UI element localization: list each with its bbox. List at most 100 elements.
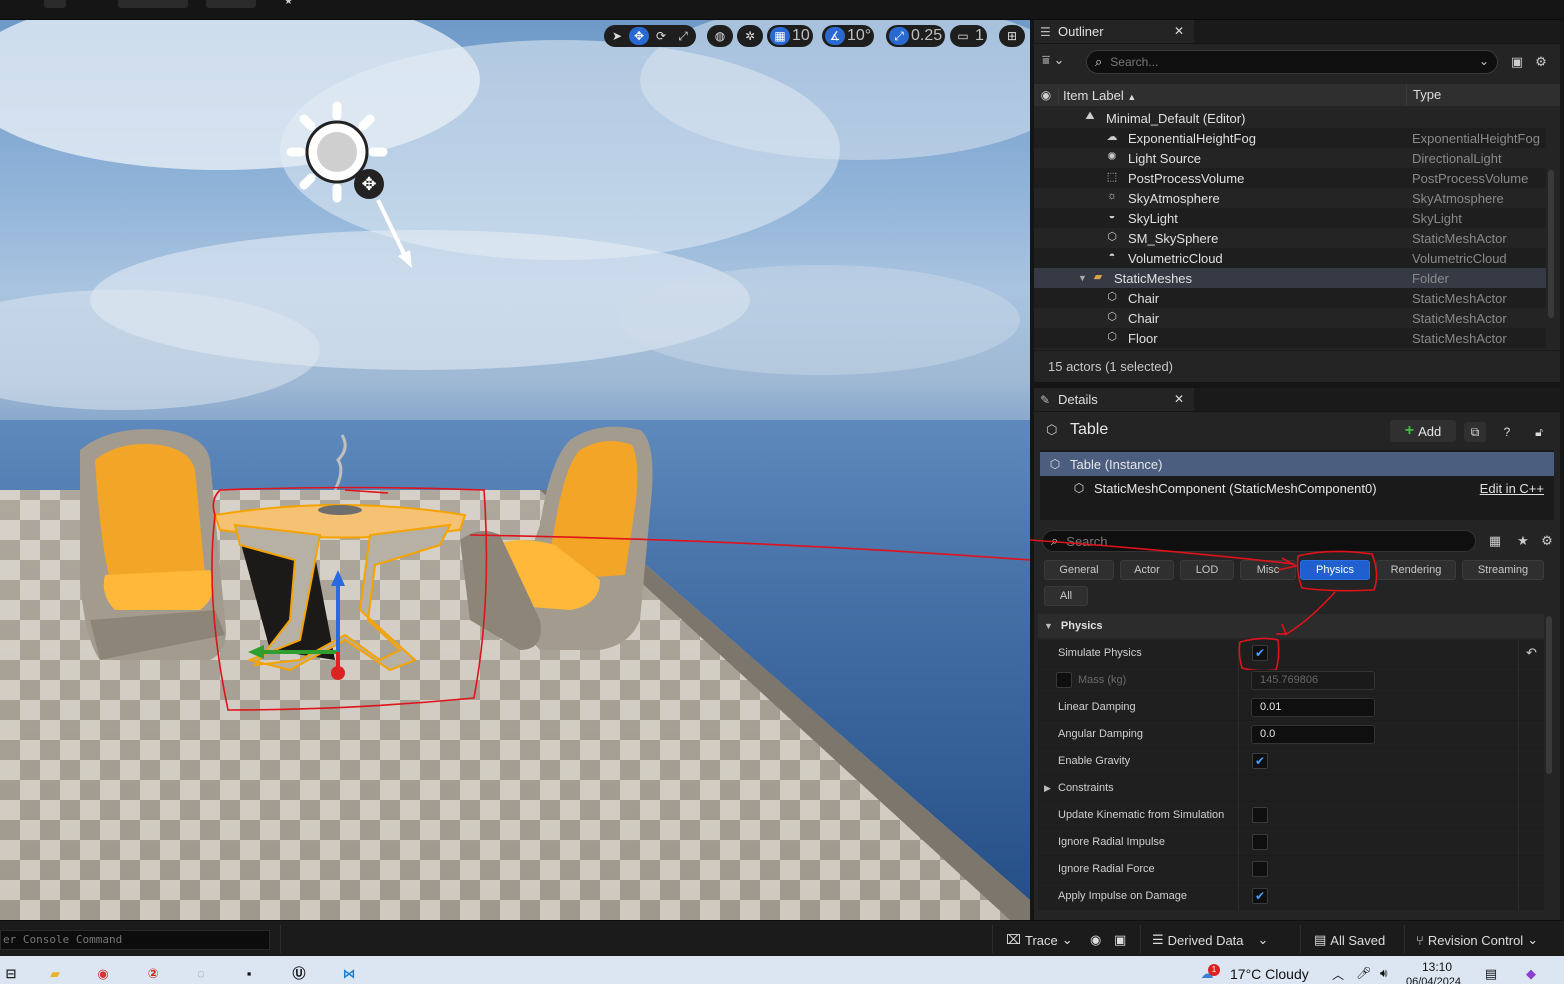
grid-snap-value[interactable]: 10 [792,27,810,45]
surface-snap-icon[interactable]: ✲ [740,27,760,45]
reset-to-default-icon[interactable]: ↶ [1526,645,1537,661]
copilot-icon[interactable]: ◆ [1520,964,1542,984]
camera-icon[interactable]: ▭ [953,27,973,45]
translate-mode-icon[interactable]: ✥ [629,27,649,45]
select-mode-icon[interactable]: ➤ [607,27,627,45]
gear-icon[interactable]: ⚙ [1538,533,1556,551]
derived-data-button[interactable]: ☰ Derived Data ⌄ [1152,931,1268,949]
tree-item[interactable]: ⬡ Chair StaticMeshActor [1034,308,1546,328]
world-space-icon[interactable]: ◍ [710,27,730,45]
ignore-radial-impulse-checkbox[interactable] [1252,834,1268,850]
tree-item[interactable]: ⬚ PostProcessVolume PostProcessVolume [1034,168,1546,188]
column-type[interactable]: Type [1406,84,1441,106]
edit-in-cpp-link[interactable]: Edit in C++ [1480,481,1544,496]
tab-details[interactable]: ✎ Details ✕ [1034,388,1194,411]
camera-speed-value[interactable]: 1 [975,27,984,45]
rotate-mode-icon[interactable]: ⟳ [651,27,671,45]
coordinate-space-button[interactable]: ◍ [707,25,733,47]
screenshot-icon[interactable]: ▣ [1114,931,1126,949]
close-icon[interactable]: ✕ [1174,24,1184,38]
file-explorer-icon[interactable]: ▰ [44,964,66,984]
star-icon[interactable]: ★ [284,0,302,8]
task-view-icon[interactable]: ⊟ [0,964,22,984]
star-icon[interactable]: ★ [1514,533,1532,551]
close-icon[interactable]: ✕ [1174,392,1184,406]
weather-text[interactable]: 17°C Cloudy [1230,966,1309,982]
category-streaming[interactable]: Streaming [1462,560,1544,580]
layout-icon[interactable]: ⊞ [1002,27,1022,45]
rotation-snap-control[interactable]: ∡ 10° [822,25,875,47]
toolbar-button[interactable] [206,0,256,8]
details-scrollbar[interactable] [1546,616,1552,774]
tree-item[interactable]: ✺ Light Source DirectionalLight [1034,148,1546,168]
tree-item[interactable]: ⬡ SM_SkySphere StaticMeshActor [1034,228,1546,248]
scale-snap-control[interactable]: ⤢ 0.25 [886,25,946,47]
microphone-icon[interactable]: 🎤︎ [1356,966,1371,980]
toolbar-button[interactable] [44,0,66,8]
revision-control-button[interactable]: ⑂ Revision Control ⌄ [1416,931,1538,949]
play-controls[interactable] [118,0,188,8]
clock-time[interactable]: 13:10 [1422,960,1452,974]
blueprint-icon[interactable]: ⧉ [1464,422,1486,442]
tree-item[interactable]: ⬡ Chair StaticMeshActor [1034,288,1546,308]
surface-snap-button[interactable]: ✲ [737,25,763,47]
enable-gravity-checkbox[interactable]: ✔ [1252,753,1268,769]
tree-item[interactable]: ◒ SkyLight SkyLight [1034,208,1546,228]
unreal-engine-icon[interactable]: Ⓤ [288,964,310,984]
angular-damping-field[interactable]: 0.0 [1251,725,1375,744]
prop-constraints[interactable]: ▶ Constraints [1038,775,1544,802]
tree-item[interactable]: ◓ VolumetricCloud VolumetricCloud [1034,248,1546,268]
table-view-icon[interactable]: ▦ [1486,533,1504,551]
camera-speed-control[interactable]: ▭ 1 [950,25,987,47]
add-component-button[interactable]: + Add [1390,420,1456,442]
expand-arrow-icon[interactable]: ▶ [1044,783,1051,794]
console-command-input[interactable]: er Console Command [0,930,270,950]
add-folder-icon[interactable]: ▣ [1508,54,1526,72]
update-kinematic-checkbox[interactable] [1252,807,1268,823]
terminal-icon[interactable]: ▪ [238,964,260,984]
ignore-radial-force-checkbox[interactable] [1252,861,1268,877]
column-item-label[interactable]: Item Label ▲ [1058,87,1406,103]
scale-snap-value[interactable]: 0.25 [911,27,942,45]
grid-snap-icon[interactable]: ▦ [770,27,790,45]
outliner-search-input[interactable]: ⌕ Search... ⌄ [1086,50,1498,74]
all-saved-button[interactable]: ▤ All Saved [1314,931,1385,949]
rotation-snap-icon[interactable]: ∡ [825,27,845,45]
record-icon[interactable]: ◉ [1090,931,1101,949]
mass-override-checkbox[interactable] [1056,672,1072,688]
tree-item[interactable]: ☼ SkyAtmosphere SkyAtmosphere [1034,188,1546,208]
help-icon[interactable]: ? [1496,422,1518,442]
component-static-mesh[interactable]: ⬡ StaticMeshComponent (StaticMeshCompone… [1040,476,1554,500]
clock-date[interactable]: 06/04/2024 [1406,976,1461,984]
speaker-icon[interactable]: 🔊︎ [1380,966,1388,981]
tree-item-level[interactable]: ⛰ Minimal_Default (Editor) [1034,108,1546,128]
chevron-up-icon[interactable]: ︿ [1332,966,1344,983]
component-root[interactable]: ⬡ Table (Instance) [1040,452,1554,476]
chevron-down-icon[interactable]: ⌄ [1479,54,1489,68]
scale-mode-icon[interactable]: ⤢ [673,27,693,45]
tab-outliner[interactable]: ☰ Outliner ✕ [1034,20,1194,43]
outliner-scrollbar[interactable] [1548,170,1554,318]
tree-item[interactable]: ⬡ Floor StaticMeshActor [1034,328,1546,348]
app-icon[interactable]: ② [142,964,164,984]
filter-icon[interactable]: ⩸ ⌄ [1042,52,1078,74]
chrome-icon[interactable]: ◉ [92,964,114,984]
tree-item[interactable]: ☁ ExponentialHeightFog ExponentialHeight… [1034,128,1546,148]
selected-object-name[interactable]: Table [1070,421,1108,439]
level-viewport[interactable]: ✥ ➤ ✥ ⟳ ⤢ ◍ ✲ ▦ 10 ∡ 10° ⤢ 0.25 ▭ 1 ⊞ [0,20,1030,920]
expand-arrow-icon[interactable]: ▼ [1078,273,1090,283]
lock-icon[interactable]: 🔓︎ [1528,422,1550,442]
scale-snap-icon[interactable]: ⤢ [889,27,909,45]
apply-impulse-checkbox[interactable]: ✔ [1252,888,1268,904]
grid-snap-control[interactable]: ▦ 10 [767,25,813,47]
app-icon[interactable]: ◌ [190,964,212,984]
linear-damping-field[interactable]: 0.01 [1251,698,1375,717]
viewport-layout-button[interactable]: ⊞ [999,25,1025,47]
tree-item-folder[interactable]: ▼ ▰ StaticMeshes Folder [1034,268,1546,288]
notification-center-icon[interactable]: ▤ [1480,964,1502,984]
trace-button[interactable]: ⌧ Trace ⌄ [1006,931,1073,949]
mass-field[interactable]: 145.769806 [1251,671,1375,690]
rotation-snap-value[interactable]: 10° [847,27,871,45]
vscode-icon[interactable]: ⋈ [338,964,360,984]
eye-icon[interactable]: ◉ [1034,88,1058,102]
